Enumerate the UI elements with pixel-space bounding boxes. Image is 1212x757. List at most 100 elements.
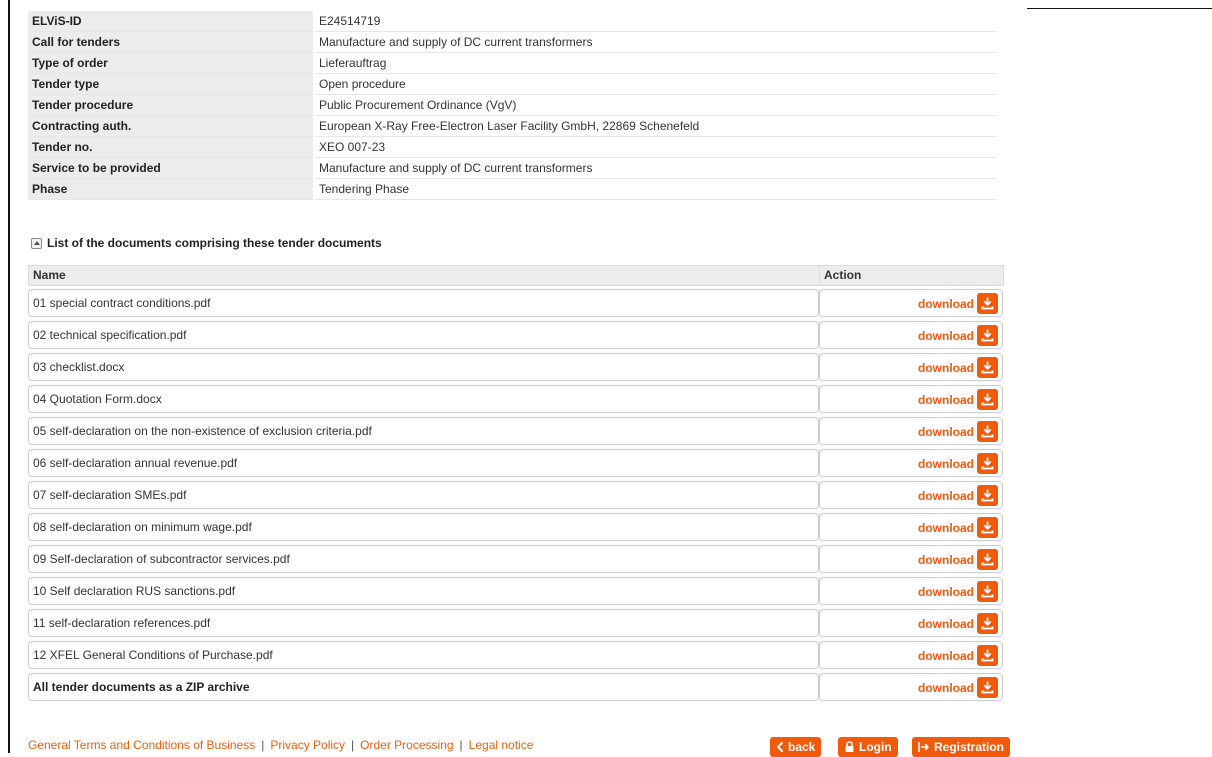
download-icon [977, 389, 998, 410]
download-button[interactable]: download [918, 485, 998, 506]
info-value: Public Procurement Ordinance (VgV) [315, 94, 996, 116]
download-button[interactable]: download [918, 645, 998, 666]
info-label: Contracting auth. [28, 115, 313, 137]
top-right-divider [1027, 8, 1212, 9]
footer-link-privacy[interactable]: Privacy Policy [270, 738, 345, 752]
info-value: European X-Ray Free-Electron Laser Facil… [315, 115, 996, 137]
info-row-tender-procedure: Tender procedure Public Procurement Ordi… [28, 94, 996, 116]
documents-section-toggle[interactable]: List of the documents comprising these t… [31, 236, 382, 250]
column-header-name: Name [28, 265, 824, 286]
document-name: 10 Self declaration RUS sanctions.pdf [28, 577, 819, 605]
back-button-label: back [788, 740, 816, 754]
download-icon [977, 613, 998, 634]
info-label: Tender procedure [28, 94, 313, 116]
info-value: Lieferauftrag [315, 52, 996, 74]
document-name: 09 Self-declaration of subcontractor ser… [28, 545, 819, 573]
footer-link-terms[interactable]: General Terms and Conditions of Business [28, 738, 255, 752]
download-button[interactable]: download [918, 581, 998, 602]
download-label: download [918, 584, 974, 599]
download-icon [977, 517, 998, 538]
column-header-action: Action [819, 265, 1004, 286]
info-value: Manufacture and supply of DC current tra… [315, 157, 996, 179]
document-row: 10 Self declaration RUS sanctions.pdf do… [28, 577, 1003, 605]
document-row: 02 technical specification.pdf download [28, 321, 1003, 349]
chevron-left-icon [777, 742, 783, 752]
sign-in-icon [918, 742, 929, 752]
download-label: download [918, 648, 974, 663]
collapse-icon [31, 237, 42, 249]
info-label: Call for tenders [28, 31, 313, 53]
download-label: download [918, 296, 974, 311]
document-row: 05 self-declaration on the non-existence… [28, 417, 1003, 445]
login-button[interactable]: Login [838, 737, 898, 757]
info-value: XEO 007-23 [315, 136, 996, 158]
footer-separator: | [351, 738, 355, 752]
download-icon [977, 677, 998, 698]
login-button-label: Login [859, 740, 892, 754]
lock-icon [845, 741, 854, 752]
zip-archive-row: All tender documents as a ZIP archive do… [28, 673, 1003, 701]
document-row: 07 self-declaration SMEs.pdf download [28, 481, 1003, 509]
download-icon [977, 421, 998, 442]
registration-button-label: Registration [934, 740, 1005, 754]
download-button[interactable]: download [918, 293, 998, 314]
download-button[interactable]: download [918, 453, 998, 474]
info-label: Type of order [28, 52, 313, 74]
document-row: 01 special contract conditions.pdf downl… [28, 289, 1003, 317]
download-icon [977, 581, 998, 602]
download-label: download [918, 392, 974, 407]
info-row-tender-no: Tender no. XEO 007-23 [28, 136, 996, 158]
document-name: 02 technical specification.pdf [28, 321, 819, 349]
info-row-contracting-auth: Contracting auth. European X-Ray Free-El… [28, 115, 996, 137]
document-row: 11 self-declaration references.pdf downl… [28, 609, 1003, 637]
download-label: download [918, 488, 974, 503]
download-button[interactable]: download [918, 357, 998, 378]
info-row-call-for-tenders: Call for tenders Manufacture and supply … [28, 31, 996, 53]
back-button[interactable]: back [770, 737, 822, 757]
documents-section-title: List of the documents comprising these t… [47, 236, 382, 250]
footer-link-legal-notice[interactable]: Legal notice [469, 738, 534, 752]
zip-archive-label: All tender documents as a ZIP archive [28, 673, 819, 701]
info-row-phase: Phase Tendering Phase [28, 178, 996, 200]
info-label: Tender type [28, 73, 313, 95]
registration-button[interactable]: Registration [912, 737, 1011, 757]
download-icon [977, 549, 998, 570]
download-icon [977, 293, 998, 314]
footer-link-order-processing[interactable]: Order Processing [360, 738, 453, 752]
download-icon [977, 325, 998, 346]
download-button[interactable]: download [918, 613, 998, 634]
info-label: Phase [28, 178, 313, 200]
document-row: 03 checklist.docx download [28, 353, 1003, 381]
info-value: Tendering Phase [315, 178, 996, 200]
document-row: 06 self-declaration annual revenue.pdf d… [28, 449, 1003, 477]
download-label: download [918, 680, 974, 695]
document-name: 08 self-declaration on minimum wage.pdf [28, 513, 819, 541]
document-row: 12 XFEL General Conditions of Purchase.p… [28, 641, 1003, 669]
document-name: 06 self-declaration annual revenue.pdf [28, 449, 819, 477]
download-button[interactable]: download [918, 549, 998, 570]
document-name: 11 self-declaration references.pdf [28, 609, 819, 637]
download-all-button[interactable]: download [918, 677, 998, 698]
download-icon [977, 645, 998, 666]
document-name: 04 Quotation Form.docx [28, 385, 819, 413]
download-label: download [918, 328, 974, 343]
document-name: 01 special contract conditions.pdf [28, 289, 819, 317]
info-value: Manufacture and supply of DC current tra… [315, 31, 996, 53]
tender-info-table: ELViS-ID E24514719 Call for tenders Manu… [28, 11, 996, 200]
info-row-tender-type: Tender type Open procedure [28, 73, 996, 95]
info-label: Tender no. [28, 136, 313, 158]
download-button[interactable]: download [918, 421, 998, 442]
download-label: download [918, 616, 974, 631]
document-row: 09 Self-declaration of subcontractor ser… [28, 545, 1003, 573]
document-name: 03 checklist.docx [28, 353, 819, 381]
footer-separator: | [459, 738, 463, 752]
info-row-service: Service to be provided Manufacture and s… [28, 157, 996, 179]
download-label: download [918, 424, 974, 439]
download-button[interactable]: download [918, 325, 998, 346]
documents-table-header: Name Action [28, 265, 1004, 286]
download-button[interactable]: download [918, 517, 998, 538]
download-button[interactable]: download [918, 389, 998, 410]
download-icon [977, 485, 998, 506]
info-label: ELViS-ID [28, 11, 313, 32]
document-name: 07 self-declaration SMEs.pdf [28, 481, 819, 509]
